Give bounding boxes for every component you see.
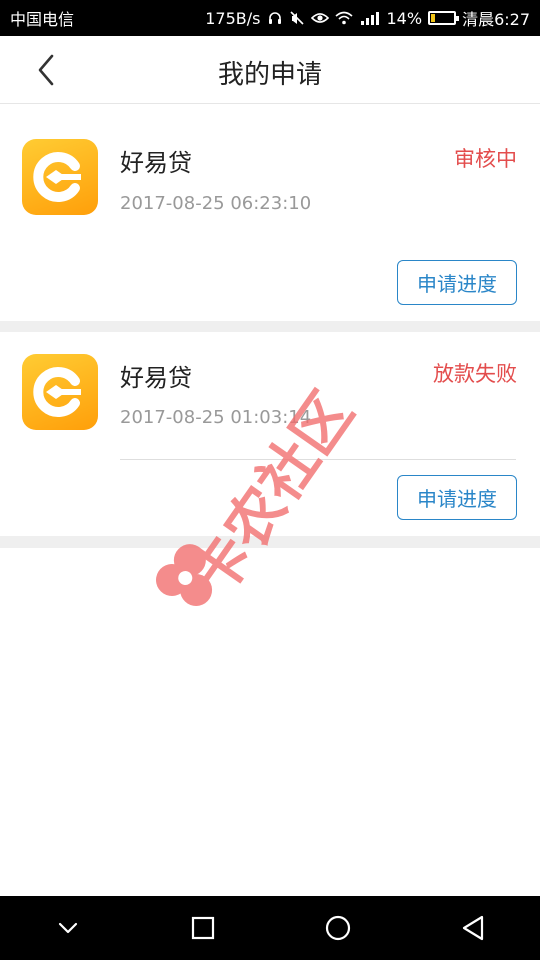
nav-hide-button[interactable] bbox=[44, 904, 92, 952]
chevron-down-icon bbox=[58, 922, 77, 934]
screen: 中国电信 175B/s 14% 清晨6:27 我的申请 好易贷 2017-08-… bbox=[0, 0, 540, 960]
status-label: 审核中 bbox=[454, 147, 517, 171]
app-name: 好易贷 bbox=[120, 149, 192, 177]
app-logo-icon bbox=[22, 139, 98, 215]
application-progress-button[interactable]: 申请进度 bbox=[397, 475, 517, 520]
battery-icon bbox=[428, 11, 460, 25]
status-time: 清晨6:27 bbox=[462, 10, 530, 29]
battery-percent: 14% bbox=[386, 8, 423, 28]
network-speed: 175B/s bbox=[205, 8, 261, 28]
application-progress-button[interactable]: 申请进度 bbox=[397, 260, 517, 305]
nav-recents-button[interactable] bbox=[179, 904, 227, 952]
circle-icon bbox=[325, 915, 350, 941]
navigation-bar bbox=[0, 896, 540, 960]
status-right: 175B/s 14% 清晨6:27 bbox=[205, 6, 530, 30]
app-logo-icon bbox=[22, 354, 98, 430]
application-card: 好易贷 2017-08-25 01:03:14 放款失败 申请进度 bbox=[0, 332, 540, 536]
status-label: 放款失败 bbox=[433, 362, 517, 386]
watermark-emblem-icon bbox=[156, 544, 213, 606]
nav-home-button[interactable] bbox=[314, 904, 362, 952]
nav-back-button[interactable] bbox=[449, 904, 497, 952]
signal-icon bbox=[359, 11, 381, 25]
carrier-label: 中国电信 bbox=[10, 10, 75, 29]
application-timestamp: 2017-08-25 06:23:10 bbox=[120, 193, 312, 214]
app-name: 好易贷 bbox=[120, 364, 192, 392]
section-separator bbox=[0, 321, 540, 332]
mute-icon bbox=[289, 10, 305, 26]
wifi-icon bbox=[334, 11, 353, 25]
divider bbox=[120, 459, 516, 460]
headset-icon bbox=[267, 10, 283, 26]
application-timestamp: 2017-08-25 01:03:14 bbox=[120, 407, 312, 428]
square-icon bbox=[191, 916, 214, 940]
triangle-back-icon bbox=[462, 915, 483, 941]
eye-icon bbox=[310, 11, 329, 25]
status-bar: 中国电信 175B/s 14% 清晨6:27 bbox=[0, 0, 540, 36]
section-separator bbox=[0, 536, 540, 548]
header: 我的申请 bbox=[0, 36, 540, 104]
application-card: 好易贷 2017-08-25 06:23:10 审核中 申请进度 bbox=[0, 105, 540, 321]
page-title: 我的申请 bbox=[217, 60, 322, 90]
